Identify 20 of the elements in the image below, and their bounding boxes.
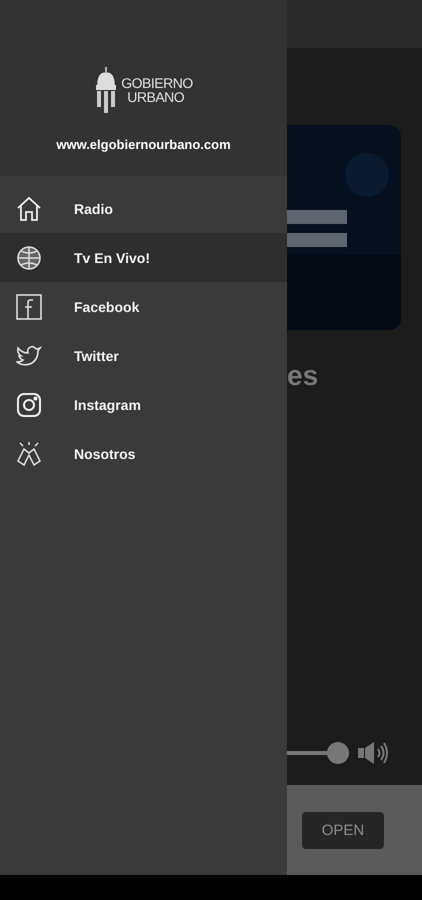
website-url: www.elgobiernourbano.com (56, 137, 231, 152)
station-title: es (287, 360, 318, 391)
dome-icon (94, 67, 118, 113)
people-icon (16, 440, 42, 466)
menu-item[interactable]: Tv En Vivo! (0, 233, 287, 282)
facebook-icon (16, 294, 42, 320)
logo-text: GOBIERNO (121, 76, 193, 90)
instagram-icon (16, 392, 42, 418)
menu-item[interactable]: Facebook (0, 282, 287, 331)
menu-item[interactable]: Radio (0, 184, 287, 233)
menu-item[interactable]: Instagram (0, 380, 287, 429)
open-button[interactable]: OPEN (302, 812, 384, 848)
menu-item[interactable]: Twitter (0, 331, 287, 380)
home-icon (16, 196, 42, 222)
menu-item[interactable]: Nosotros (0, 429, 287, 478)
bird-icon (16, 344, 42, 368)
globe-icon (16, 244, 42, 270)
volume-slider[interactable] (287, 742, 349, 764)
speaker-icon[interactable] (357, 741, 391, 765)
logo-text: URBANO (126, 90, 186, 104)
